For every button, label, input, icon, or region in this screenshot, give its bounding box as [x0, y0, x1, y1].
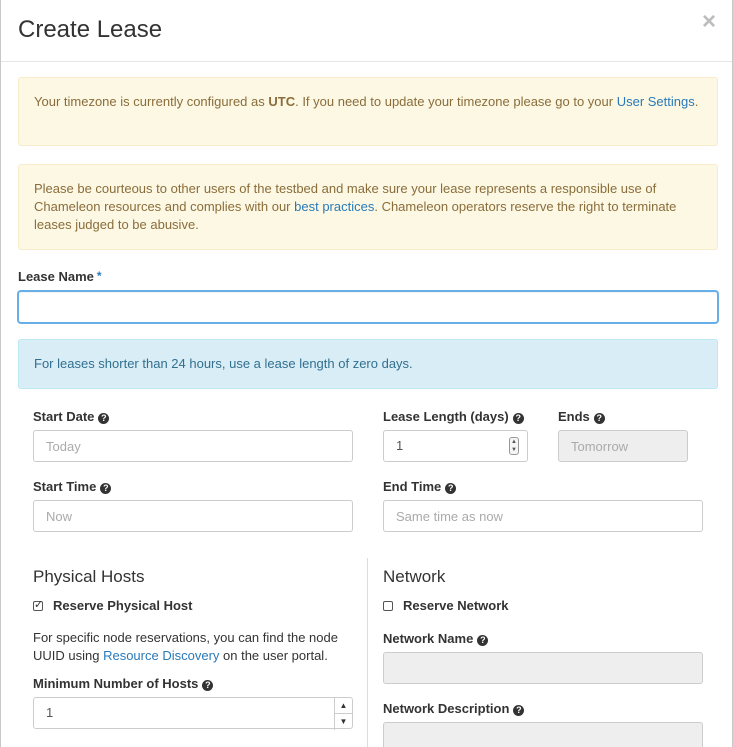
lease-name-label: Lease Name * [18, 269, 102, 284]
min-hosts-input[interactable]: 1 ▲ ▼ [33, 697, 353, 730]
network-name-label: Network Name? [383, 631, 489, 646]
reserve-physical-host-row[interactable]: Reserve Physical Host [33, 598, 192, 613]
required-mark: * [96, 269, 102, 283]
lease-length-spinner[interactable]: ▲ ▼ [509, 437, 519, 455]
end-time-label: End Time? [383, 479, 457, 494]
chevron-down-icon[interactable]: ▼ [335, 714, 352, 730]
help-icon[interactable]: ? [100, 483, 112, 494]
help-icon[interactable]: ? [593, 413, 605, 424]
lease-name-input[interactable] [18, 291, 718, 323]
lease-length-info: For leases shorter than 24 hours, use a … [18, 339, 718, 389]
timezone-alert: Your timezone is currently configured as… [18, 77, 718, 146]
help-icon[interactable]: ? [98, 413, 110, 424]
reserve-network-row[interactable]: Reserve Network [383, 598, 509, 613]
network-description-label: Network Description? [383, 701, 525, 716]
user-settings-link[interactable]: User Settings [617, 94, 695, 109]
timezone-value: UTC [268, 94, 296, 109]
network-name-input [383, 652, 703, 684]
courtesy-alert: Please be courteous to other users of th… [18, 164, 718, 250]
close-icon[interactable]: × [702, 10, 716, 34]
min-hosts-stepper[interactable]: ▲ ▼ [334, 698, 352, 730]
start-date-label: Start Date? [33, 409, 110, 424]
column-divider [367, 558, 368, 747]
modal-header: Create Lease × [1, 0, 732, 62]
start-date-input[interactable] [33, 430, 353, 462]
modal-title: Create Lease [18, 16, 163, 43]
ends-input [558, 430, 688, 462]
best-practices-link[interactable]: best practices [294, 199, 374, 214]
start-time-input[interactable] [33, 500, 353, 532]
lease-length-label: Lease Length (days)? [383, 409, 524, 424]
resource-discovery-link[interactable]: Resource Discovery [103, 648, 219, 663]
help-icon[interactable]: ? [513, 705, 525, 716]
min-hosts-label: Minimum Number of Hosts? [33, 676, 214, 691]
create-lease-modal: Create Lease × Your timezone is currentl… [0, 0, 733, 747]
node-reservation-note: For specific node reservations, you can … [33, 630, 338, 663]
physical-hosts-title: Physical Hosts [33, 567, 145, 586]
reserve-network-checkbox[interactable] [383, 601, 393, 611]
help-icon[interactable]: ? [512, 413, 524, 424]
chevron-up-icon[interactable]: ▲ [335, 698, 352, 714]
network-title: Network [383, 567, 446, 586]
help-icon[interactable]: ? [202, 680, 214, 691]
network-description-input [383, 722, 703, 747]
end-time-input[interactable] [383, 500, 703, 532]
start-time-label: Start Time? [33, 479, 112, 494]
ends-label: Ends? [558, 409, 605, 424]
reserve-physical-host-checkbox[interactable] [33, 598, 43, 611]
help-icon[interactable]: ? [477, 635, 489, 646]
lease-length-input[interactable]: 1 ▲ ▼ [383, 430, 528, 462]
help-icon[interactable]: ? [445, 483, 457, 494]
